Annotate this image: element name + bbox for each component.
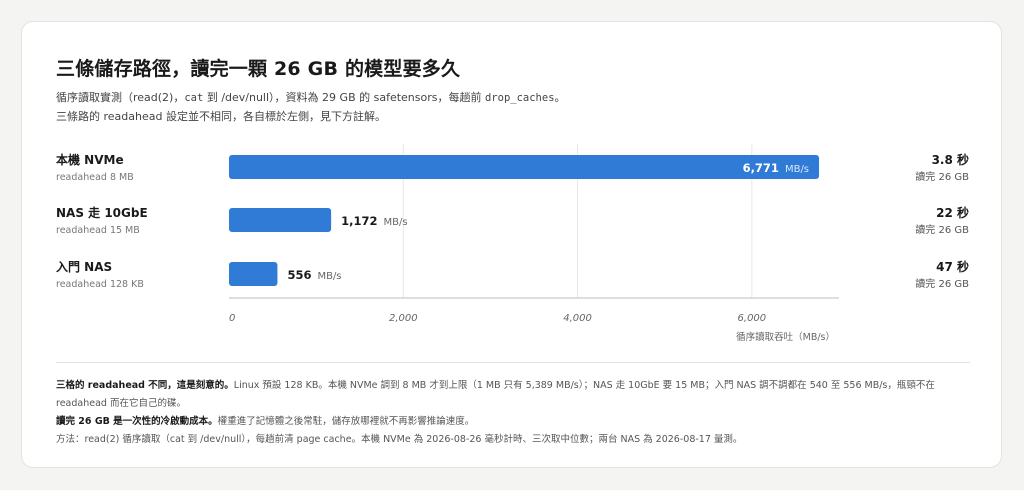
read-time: 3.8 秒 [932, 152, 969, 167]
bar [229, 155, 820, 179]
value-unit: MB/s [785, 164, 809, 175]
value-number: 556 [287, 268, 311, 282]
note-2-bold: 讀完 26 GB 是一次性的冷啟動成本。 [56, 416, 218, 427]
read-time: 22 秒 [936, 205, 969, 220]
value-label: 1,172 MB/s [341, 214, 407, 228]
footnotes: 三格的 readahead 不同，這是刻意的。Linux 預設 128 KB。本… [56, 362, 970, 449]
note-1-cont: readahead 而在它自己的碟。 [56, 398, 186, 409]
value-label: 6,771 MB/s [743, 161, 809, 175]
x-axis-label: 循序讀取吞吐（MB/s） [736, 331, 835, 343]
category-label: NAS 走 10GbE [56, 205, 148, 220]
x-tick-label: 2,000 [389, 313, 418, 324]
value-label: 556 MB/s [287, 268, 341, 282]
note-1-text: Linux 預設 128 KB。本機 NVMe 調到 8 MB 才到上限（1 M… [233, 380, 935, 391]
category-sublabel: readahead 128 KB [56, 279, 144, 290]
note-3: 方法：read(2) 循序讀取（cat 到 /dev/null），每趟前清 pa… [56, 434, 743, 445]
value-number: 6,771 [743, 161, 779, 175]
bar [229, 208, 332, 232]
value-unit: MB/s [384, 217, 408, 228]
category-label: 本機 NVMe [56, 152, 124, 167]
note-1-bold: 三格的 readahead 不同，這是刻意的。 [56, 380, 234, 391]
chart-card: 三條儲存路徑，讀完一顆 26 GB 的模型要多久 循序讀取實測（read(2)，… [21, 21, 1002, 468]
note-2-text: 權重進了記憶體之後常駐，儲存放哪裡就不再影響推論速度。 [217, 416, 475, 427]
category-sublabel: readahead 15 MB [56, 225, 140, 236]
read-time-caption: 讀完 26 GB [915, 170, 969, 183]
value-number: 1,172 [341, 214, 377, 228]
x-tick-label: 6,000 [738, 313, 767, 324]
note-1: 三格的 readahead 不同，這是刻意的。Linux 預設 128 KB。本… [56, 377, 970, 395]
value-unit: MB/s [317, 271, 341, 282]
bar [229, 262, 278, 286]
read-time-caption: 讀完 26 GB [915, 223, 969, 236]
category-sublabel: readahead 8 MB [56, 172, 134, 183]
read-time-caption: 讀完 26 GB [915, 277, 969, 290]
note-2: 讀完 26 GB 是一次性的冷啟動成本。權重進了記憶體之後常駐，儲存放哪裡就不再… [56, 413, 970, 431]
x-tick-label: 4,000 [563, 313, 592, 324]
bar-chart: 0 2,000 4,000 6,000 循序讀取吞吐（MB/s） 本機 NVMe reada… [56, 144, 969, 343]
read-time: 47 秒 [936, 259, 969, 274]
category-label: 入門 NAS [56, 260, 112, 274]
x-tick-label: 0 [229, 313, 235, 324]
